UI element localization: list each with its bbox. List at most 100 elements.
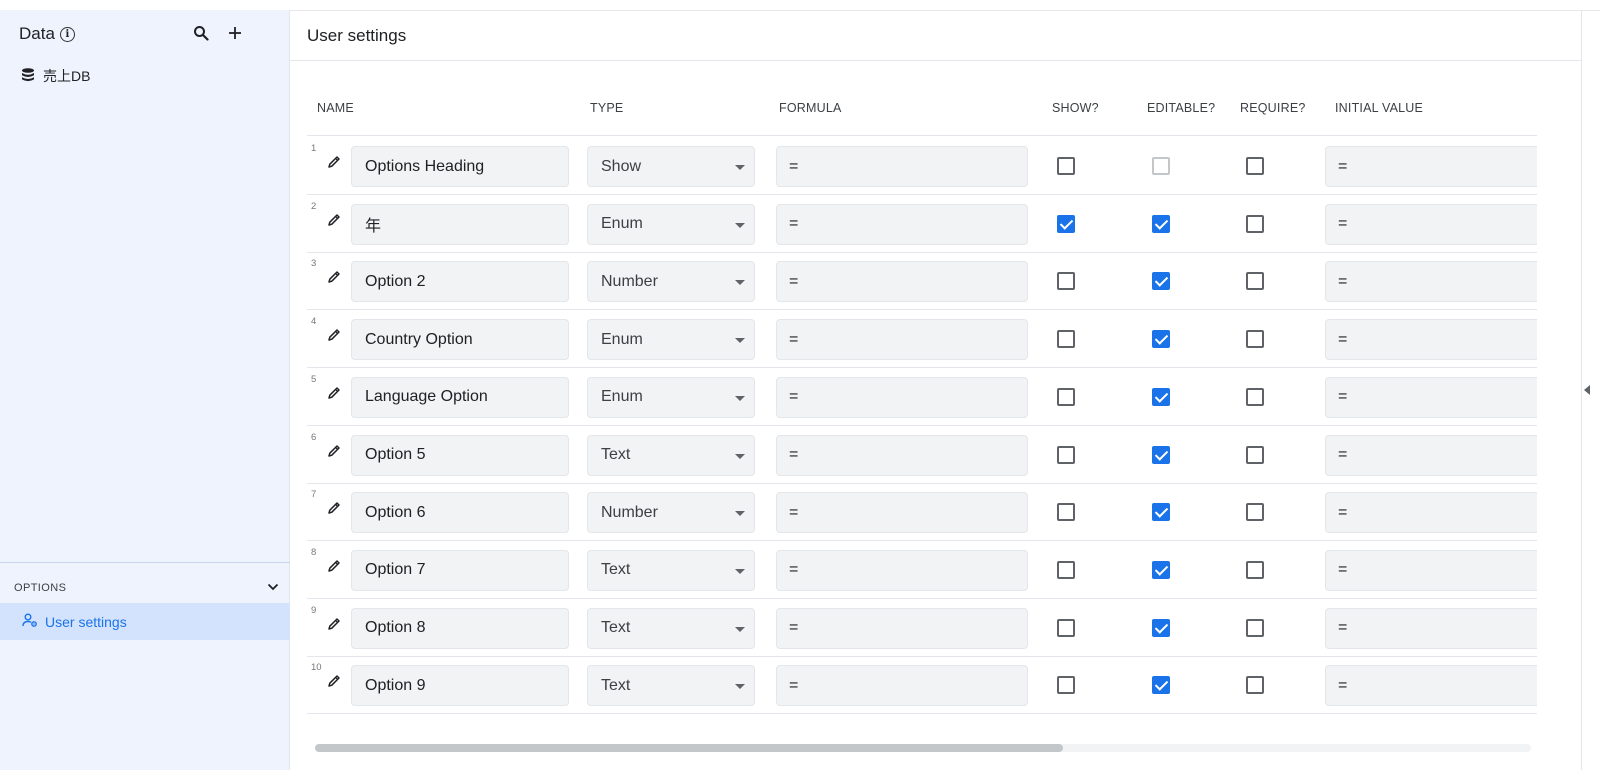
editable-checkbox[interactable] (1152, 676, 1170, 695)
show-checkbox[interactable] (1057, 272, 1075, 291)
require-checkbox[interactable] (1246, 387, 1264, 406)
require-checkbox[interactable] (1246, 272, 1264, 291)
formula-input[interactable]: = (776, 549, 1028, 591)
formula-input[interactable]: = (776, 376, 1028, 418)
editable-checkbox[interactable] (1152, 272, 1170, 291)
pencil-icon[interactable] (326, 616, 344, 634)
name-input[interactable]: Option 8 (351, 607, 569, 649)
initial-value-input[interactable]: = (1325, 146, 1537, 187)
formula-input[interactable]: = (776, 492, 1028, 534)
row-number: 7 (311, 489, 317, 501)
formula-input[interactable]: = (776, 203, 1028, 245)
name-input[interactable]: Option 7 (351, 549, 569, 591)
pencil-icon[interactable] (326, 558, 344, 576)
pencil-icon[interactable] (326, 500, 344, 518)
type-select[interactable]: Number (587, 261, 755, 303)
name-input[interactable]: Options Heading (351, 146, 569, 187)
row-number: 1 (311, 143, 317, 154)
editable-checkbox[interactable] (1152, 387, 1170, 406)
initial-value-input[interactable]: = (1325, 549, 1537, 591)
type-select[interactable]: Number (587, 492, 755, 534)
editable-checkbox[interactable] (1152, 618, 1170, 637)
row-number: 9 (311, 604, 317, 616)
column-header-editable: EDITABLE? (1147, 101, 1216, 115)
require-checkbox[interactable] (1246, 157, 1264, 175)
require-checkbox[interactable] (1246, 503, 1264, 522)
show-checkbox[interactable] (1057, 618, 1075, 637)
require-checkbox[interactable] (1246, 560, 1264, 579)
pencil-icon[interactable] (326, 673, 344, 691)
search-icon[interactable] (191, 22, 211, 44)
type-select-value: Enum (601, 388, 643, 406)
initial-value-input[interactable]: = (1325, 376, 1537, 418)
initial-value-input[interactable]: = (1325, 319, 1537, 361)
require-checkbox[interactable] (1246, 445, 1264, 464)
name-input[interactable]: Country Option (351, 319, 569, 361)
type-select[interactable]: Enum (587, 376, 755, 418)
pencil-icon[interactable] (326, 212, 344, 230)
type-select[interactable]: Text (587, 549, 755, 591)
options-section-header[interactable]: OPTIONS (14, 582, 279, 594)
editable-checkbox[interactable] (1152, 214, 1170, 233)
type-select[interactable]: Text (587, 607, 755, 649)
type-select-value: Text (601, 561, 631, 579)
initial-value-input[interactable]: = (1325, 434, 1537, 476)
formula-input[interactable]: = (776, 607, 1028, 649)
show-checkbox[interactable] (1057, 676, 1075, 695)
initial-value-input[interactable]: = (1325, 261, 1537, 303)
require-checkbox[interactable] (1246, 214, 1264, 233)
row-number: 2 (311, 200, 317, 212)
initial-value-input[interactable]: = (1325, 607, 1537, 649)
editable-checkbox[interactable] (1152, 503, 1170, 522)
type-select[interactable]: Enum (587, 203, 755, 245)
initial-value-input[interactable]: = (1325, 492, 1537, 534)
formula-input[interactable]: = (776, 261, 1028, 303)
require-checkbox[interactable] (1246, 618, 1264, 637)
table-row: 3 Option 2 Number = = (307, 251, 1537, 311)
editable-checkbox[interactable] (1152, 445, 1170, 464)
formula-input[interactable]: = (776, 319, 1028, 361)
collapse-panel-icon[interactable] (1584, 385, 1590, 395)
initial-value-input[interactable]: = (1325, 203, 1537, 245)
type-select[interactable]: Text (587, 665, 755, 707)
name-input[interactable]: Option 6 (351, 492, 569, 534)
pencil-icon[interactable] (326, 154, 344, 172)
name-input[interactable]: 年 (351, 203, 569, 245)
dropdown-arrow-icon (735, 568, 745, 574)
type-select[interactable]: Text (587, 434, 755, 476)
pencil-icon[interactable] (326, 443, 344, 461)
require-checkbox[interactable] (1246, 330, 1264, 349)
type-select-value: Enum (601, 215, 643, 233)
formula-input[interactable]: = (776, 434, 1028, 476)
show-checkbox[interactable] (1057, 445, 1075, 464)
show-checkbox[interactable] (1057, 560, 1075, 579)
pencil-icon[interactable] (326, 385, 344, 403)
pencil-icon[interactable] (326, 269, 344, 287)
sidebar-item-user-settings[interactable]: User settings (0, 603, 290, 640)
horizontal-scrollbar-thumb[interactable] (315, 744, 1063, 752)
formula-input[interactable]: = (776, 665, 1028, 707)
sidebar-item-database[interactable]: 売上DB (20, 66, 90, 86)
name-input[interactable]: Option 5 (351, 434, 569, 476)
type-select[interactable]: Enum (587, 319, 755, 361)
dropdown-arrow-icon (735, 280, 745, 286)
require-checkbox[interactable] (1246, 676, 1264, 695)
show-checkbox[interactable] (1057, 330, 1075, 349)
chevron-down-icon[interactable] (267, 582, 279, 594)
name-input[interactable]: Option 9 (351, 665, 569, 707)
show-checkbox[interactable] (1057, 157, 1075, 175)
show-checkbox[interactable] (1057, 503, 1075, 522)
name-input[interactable]: Option 2 (351, 261, 569, 303)
editable-checkbox[interactable] (1152, 560, 1170, 579)
info-icon[interactable]: i (59, 26, 75, 42)
editable-checkbox[interactable] (1152, 330, 1170, 349)
plus-icon[interactable] (225, 22, 245, 44)
formula-input[interactable]: = (776, 146, 1028, 187)
initial-value-input[interactable]: = (1325, 665, 1537, 707)
show-checkbox[interactable] (1057, 387, 1075, 406)
name-input[interactable]: Language Option (351, 376, 569, 418)
type-select[interactable]: Show (587, 146, 755, 187)
show-checkbox[interactable] (1057, 214, 1075, 233)
pencil-icon[interactable] (326, 327, 344, 345)
type-select-value: Number (601, 272, 658, 290)
